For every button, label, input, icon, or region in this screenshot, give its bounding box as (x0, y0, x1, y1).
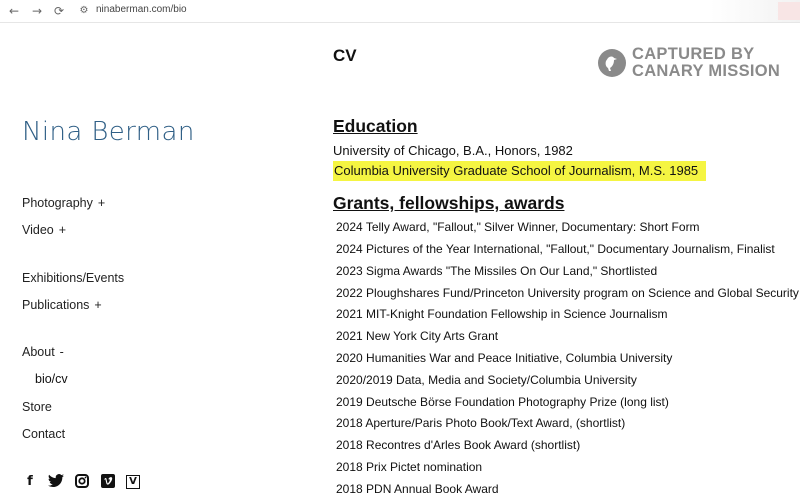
nav-item-video[interactable]: Video + (22, 223, 66, 237)
site-info-icon[interactable]: ⚙ (76, 3, 92, 19)
award-item: 2021 New York City Arts Grant (336, 329, 499, 343)
highlighted-text: Columbia University Graduate School of J… (333, 161, 707, 181)
watermark-text: CAPTURED BY CANARY MISSION (632, 46, 780, 80)
expand-toggle[interactable]: + (59, 223, 66, 237)
award-item: 2023 Sigma Awards "The Missiles On Our L… (336, 264, 658, 278)
nav-item-label: Photography (22, 196, 93, 210)
nav-item-label: Store (22, 400, 52, 414)
award-item: 2024 Pictures of the Year International,… (336, 242, 775, 256)
expand-toggle[interactable]: + (98, 196, 105, 210)
canary-bird-icon (598, 49, 626, 77)
nav-item-exhibitions-events[interactable]: Exhibitions/Events (22, 271, 124, 285)
twitter-icon[interactable] (48, 474, 64, 490)
nav-item-photography[interactable]: Photography + (22, 196, 105, 210)
education-item-highlighted: Columbia University Graduate School of J… (333, 161, 707, 181)
award-item: 2018 Recontres d'Arles Book Award (short… (336, 438, 581, 452)
award-item: 2020/2019 Data, Media and Society/Columb… (336, 373, 637, 387)
award-item: 2019 Deutsche Börse Foundation Photograp… (336, 395, 669, 409)
nav-item-label: Video (22, 223, 54, 237)
nav-item-store[interactable]: Store (22, 400, 52, 414)
nav-item-contact[interactable]: Contact (22, 427, 65, 441)
education-heading: Education (333, 116, 418, 136)
nav-item-about[interactable]: About - (22, 345, 64, 359)
toolbar-profile-icon[interactable] (778, 2, 800, 20)
back-arrow-icon[interactable]: ← (6, 3, 22, 19)
nav-subitem-bio-cv[interactable]: bio/cv (35, 372, 68, 386)
watermark-stamp: CAPTURED BY CANARY MISSION (598, 46, 780, 80)
award-item: 2024 Telly Award, "Fallout," Silver Winn… (336, 220, 700, 234)
instagram-icon[interactable] (74, 474, 90, 490)
site-title[interactable]: Nina Berman (22, 117, 195, 147)
award-item: 2018 Aperture/Paris Photo Book/Text Awar… (336, 416, 626, 430)
nav-item-label: About (22, 345, 55, 359)
page-title: CV (333, 46, 357, 65)
grants-heading: Grants, fellowships, awards (333, 193, 565, 213)
expand-toggle[interactable]: + (94, 298, 101, 312)
education-item: University of Chicago, B.A., Honors, 198… (333, 143, 573, 158)
watermark-line-1: CAPTURED BY (632, 45, 755, 63)
social-links: f V (22, 474, 140, 490)
forward-arrow-icon[interactable]: → (29, 3, 45, 19)
facebook-icon[interactable]: f (22, 474, 38, 490)
nav-item-label: bio/cv (35, 372, 68, 386)
nav-item-label: Contact (22, 427, 66, 441)
vimeo-icon[interactable] (100, 474, 116, 490)
address-bar-url[interactable]: ninaberman.com/bio (96, 4, 187, 15)
award-item: 2022 Ploughshares Fund/Princeton Univers… (336, 286, 799, 300)
nav-item-label: Publications (22, 298, 90, 312)
browser-toolbar: ← → ⟳ ⚙ ninaberman.com/bio (0, 0, 800, 23)
award-item: 2021 MIT-Knight Foundation Fellowship in… (336, 307, 668, 321)
nav-item-label: Exhibitions/Events (22, 271, 125, 285)
award-item: 2020 Humanities War and Peace Initiative… (336, 351, 673, 365)
watermark-line-2: CANARY MISSION (632, 62, 781, 80)
nav-item-publications[interactable]: Publications + (22, 298, 102, 312)
collapse-toggle[interactable]: - (60, 345, 64, 359)
vine-icon[interactable]: V (126, 475, 140, 489)
award-item: 2018 Prix Pictet nomination (336, 460, 483, 474)
reload-icon[interactable]: ⟳ (51, 3, 67, 19)
award-item: 2018 PDN Annual Book Award (336, 482, 499, 496)
